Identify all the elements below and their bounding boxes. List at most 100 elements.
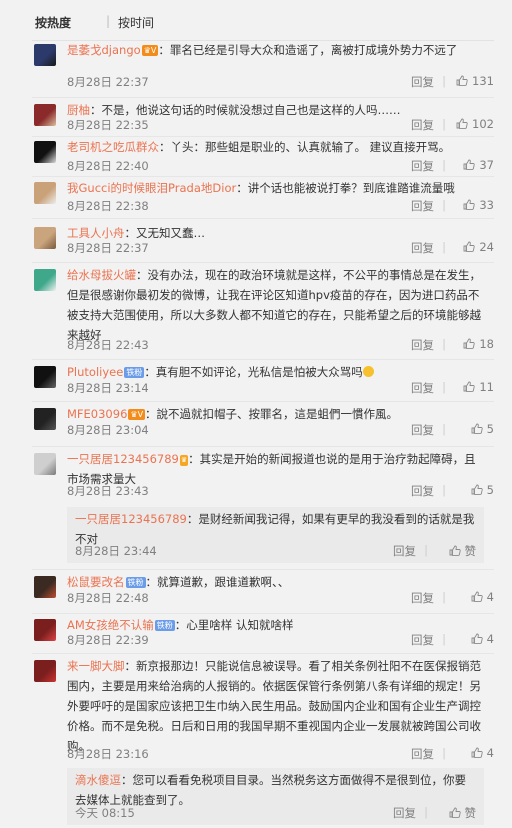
comment-item: 松鼠要改名 铁粉 ：就算道歉，跟谁道歉啊、、 8月28日 22:48 回复 | 4 — [32, 572, 494, 610]
comment-item: 厨柚：不是，他说这句话的时候就没想过自己也是这样的人吗…… 8月28日 22:3… — [32, 100, 494, 137]
comment-username[interactable]: 老司机之吃瓜群众 — [67, 140, 159, 154]
comment-divider — [32, 262, 494, 263]
reply-button[interactable]: 回复 — [411, 117, 434, 133]
avatar[interactable] — [34, 141, 56, 163]
reply-timestamp: 今天 08:15 — [75, 806, 135, 820]
avatar[interactable] — [34, 104, 56, 126]
like-button[interactable]: 18 — [463, 337, 494, 351]
comment-timestamp: 8月28日 23:43 — [67, 484, 149, 498]
reply-button[interactable]: 回复 — [411, 422, 434, 438]
reply-button[interactable]: 回复 — [411, 337, 434, 353]
comment-divider — [32, 401, 494, 402]
comment-text: 是萎戈django ♛V ：罪名已经是引导大众和造谣了，离被打成境外势力不远了 — [67, 40, 487, 60]
action-separator: | — [424, 543, 428, 557]
like-count: 24 — [479, 240, 494, 254]
comment-username[interactable]: 是萎戈django — [67, 43, 141, 57]
like-button[interactable]: 5 — [471, 422, 494, 436]
comment-item: 来一脚大脚：新京报那边！只能说信息被误导。看了相关条例社阳不在医保报销范围内，主… — [32, 656, 494, 766]
like-button[interactable]: 33 — [463, 198, 494, 212]
reply-button[interactable]: 回复 — [411, 746, 434, 762]
like-count: 11 — [479, 380, 494, 394]
reply-button[interactable]: 回复 — [411, 158, 434, 174]
reply-button[interactable]: 回复 — [411, 590, 434, 606]
reply-username[interactable]: 一只居居123456789 — [75, 512, 187, 526]
vip-badge-icon: ♛V — [141, 45, 159, 56]
like-button[interactable]: 102 — [456, 117, 494, 131]
thumb-up-icon — [456, 75, 468, 86]
sort-by-time-tab[interactable]: 按时间 — [118, 14, 154, 31]
reply-item: 一只居居123456789：是财经新闻我记得，如果有更早的我没看到的话就是我不对… — [67, 507, 484, 563]
like-count: 33 — [479, 198, 494, 212]
reply-button[interactable]: 回复 — [411, 483, 434, 499]
action-separator: | — [442, 198, 446, 212]
comment-username[interactable]: 工具人小舟 — [67, 226, 125, 240]
vip-badge-icon: ♛V — [128, 409, 146, 420]
reply-button[interactable]: 回复 — [411, 632, 434, 648]
like-button[interactable]: 4 — [471, 590, 494, 604]
like-button[interactable]: 赞 — [449, 805, 477, 821]
reply-button[interactable]: 回复 — [411, 240, 434, 256]
avatar[interactable] — [34, 660, 56, 682]
reply-button[interactable]: 回复 — [393, 805, 416, 821]
action-separator: | — [442, 632, 446, 646]
comment-username[interactable]: AM女孩绝不认输 — [67, 618, 154, 632]
like-count: 4 — [486, 746, 494, 760]
avatar[interactable] — [34, 227, 56, 249]
comment-item: 我Gucci的时候眼泪Prada地Dior：讲个话也能被说打拳？到底谁踏谁流量哦… — [32, 178, 494, 218]
reply-timestamp: 8月28日 23:44 — [75, 544, 157, 558]
like-button[interactable]: 24 — [463, 240, 494, 254]
comment-timestamp: 8月28日 22:43 — [67, 338, 149, 352]
comment-divider — [32, 359, 494, 360]
thumb-up-icon — [463, 159, 476, 170]
avatar[interactable] — [34, 269, 56, 291]
reply-username[interactable]: 滴水傻逗 — [75, 773, 121, 787]
action-separator: | — [442, 590, 446, 604]
comment-username[interactable]: MFE03096 — [67, 407, 127, 421]
like-button[interactable]: 赞 — [449, 543, 476, 559]
like-label: 赞 — [464, 806, 477, 820]
like-button[interactable]: 131 — [456, 74, 494, 88]
avatar[interactable] — [34, 182, 56, 204]
comment-username[interactable]: 一只居居123456789 — [67, 452, 179, 466]
comment-text: 来一脚大脚：新京报那边！只能说信息被误导。看了相关条例社阳不在医保报销范围内，主… — [67, 656, 487, 756]
sort-by-hot-tab[interactable]: 按热度 — [35, 14, 71, 31]
smile-emoji-icon — [362, 366, 374, 377]
like-button[interactable]: 11 — [463, 380, 494, 394]
comment-username[interactable]: 我Gucci的时候眼泪Prada地Dior — [67, 181, 236, 195]
comment-divider — [32, 653, 494, 654]
reply-button[interactable]: 回复 — [411, 74, 434, 90]
avatar[interactable] — [34, 44, 56, 66]
comment-username[interactable]: Plutoliyee — [67, 365, 123, 379]
avatar[interactable] — [34, 576, 56, 598]
fan-badge-icon: 铁粉 — [124, 367, 145, 378]
reply-button[interactable]: 回复 — [411, 198, 434, 214]
comment-timestamp: 8月28日 22:37 — [67, 241, 149, 255]
thumb-up-icon — [463, 199, 476, 210]
like-button[interactable]: 4 — [471, 746, 494, 760]
avatar[interactable] — [34, 453, 56, 475]
avatar[interactable] — [34, 366, 56, 388]
comment-username[interactable]: 给水母拔火罐 — [67, 268, 136, 282]
reply-button[interactable]: 回复 — [411, 380, 434, 396]
comment-username[interactable]: 厨柚 — [67, 103, 90, 117]
like-button[interactable]: 5 — [471, 483, 494, 497]
comment-username[interactable]: 松鼠要改名 — [67, 575, 125, 589]
reply-button[interactable]: 回复 — [393, 543, 416, 559]
comment-content: ：罪名已经是引导大众和造谣了，离被打成境外势力不远了 — [158, 43, 458, 57]
avatar[interactable] — [34, 619, 56, 641]
reply-text: 滴水傻逗：您可以看看免税项目目录。当然税务这方面做得不是很到位，你要去媒体上就能… — [75, 770, 475, 810]
action-separator: | — [442, 240, 446, 254]
comment-item: 老司机之吃瓜群众：丫头：那些蛆是职业的、认真就输了。 建议直接开骂。 8月28日… — [32, 137, 494, 178]
comment-text: 给水母拔火罐：没有办法，现在的政治环境就是这样，不公平的事情总是在发生，但是很感… — [67, 265, 487, 345]
action-separator: | — [442, 422, 446, 436]
comment-item: 一只居居123456789 ♛：其实是开始的新闻报道也说的是用于治疗勃起障碍，且市… — [32, 449, 494, 503]
comment-item: 工具人小舟：又无知又蠢… 8月28日 22:37 回复 | 24 — [32, 223, 494, 260]
like-button[interactable]: 37 — [463, 158, 494, 172]
comment-content: ：不是，他说这句话的时候就没想过自己也是这样的人吗…… — [90, 103, 401, 117]
like-button[interactable]: 4 — [471, 632, 494, 646]
thumb-up-icon — [456, 118, 468, 129]
comment-username[interactable]: 来一脚大脚 — [67, 659, 125, 673]
avatar[interactable] — [34, 408, 56, 430]
comment-divider — [32, 218, 494, 219]
thumb-up-icon — [463, 381, 476, 392]
